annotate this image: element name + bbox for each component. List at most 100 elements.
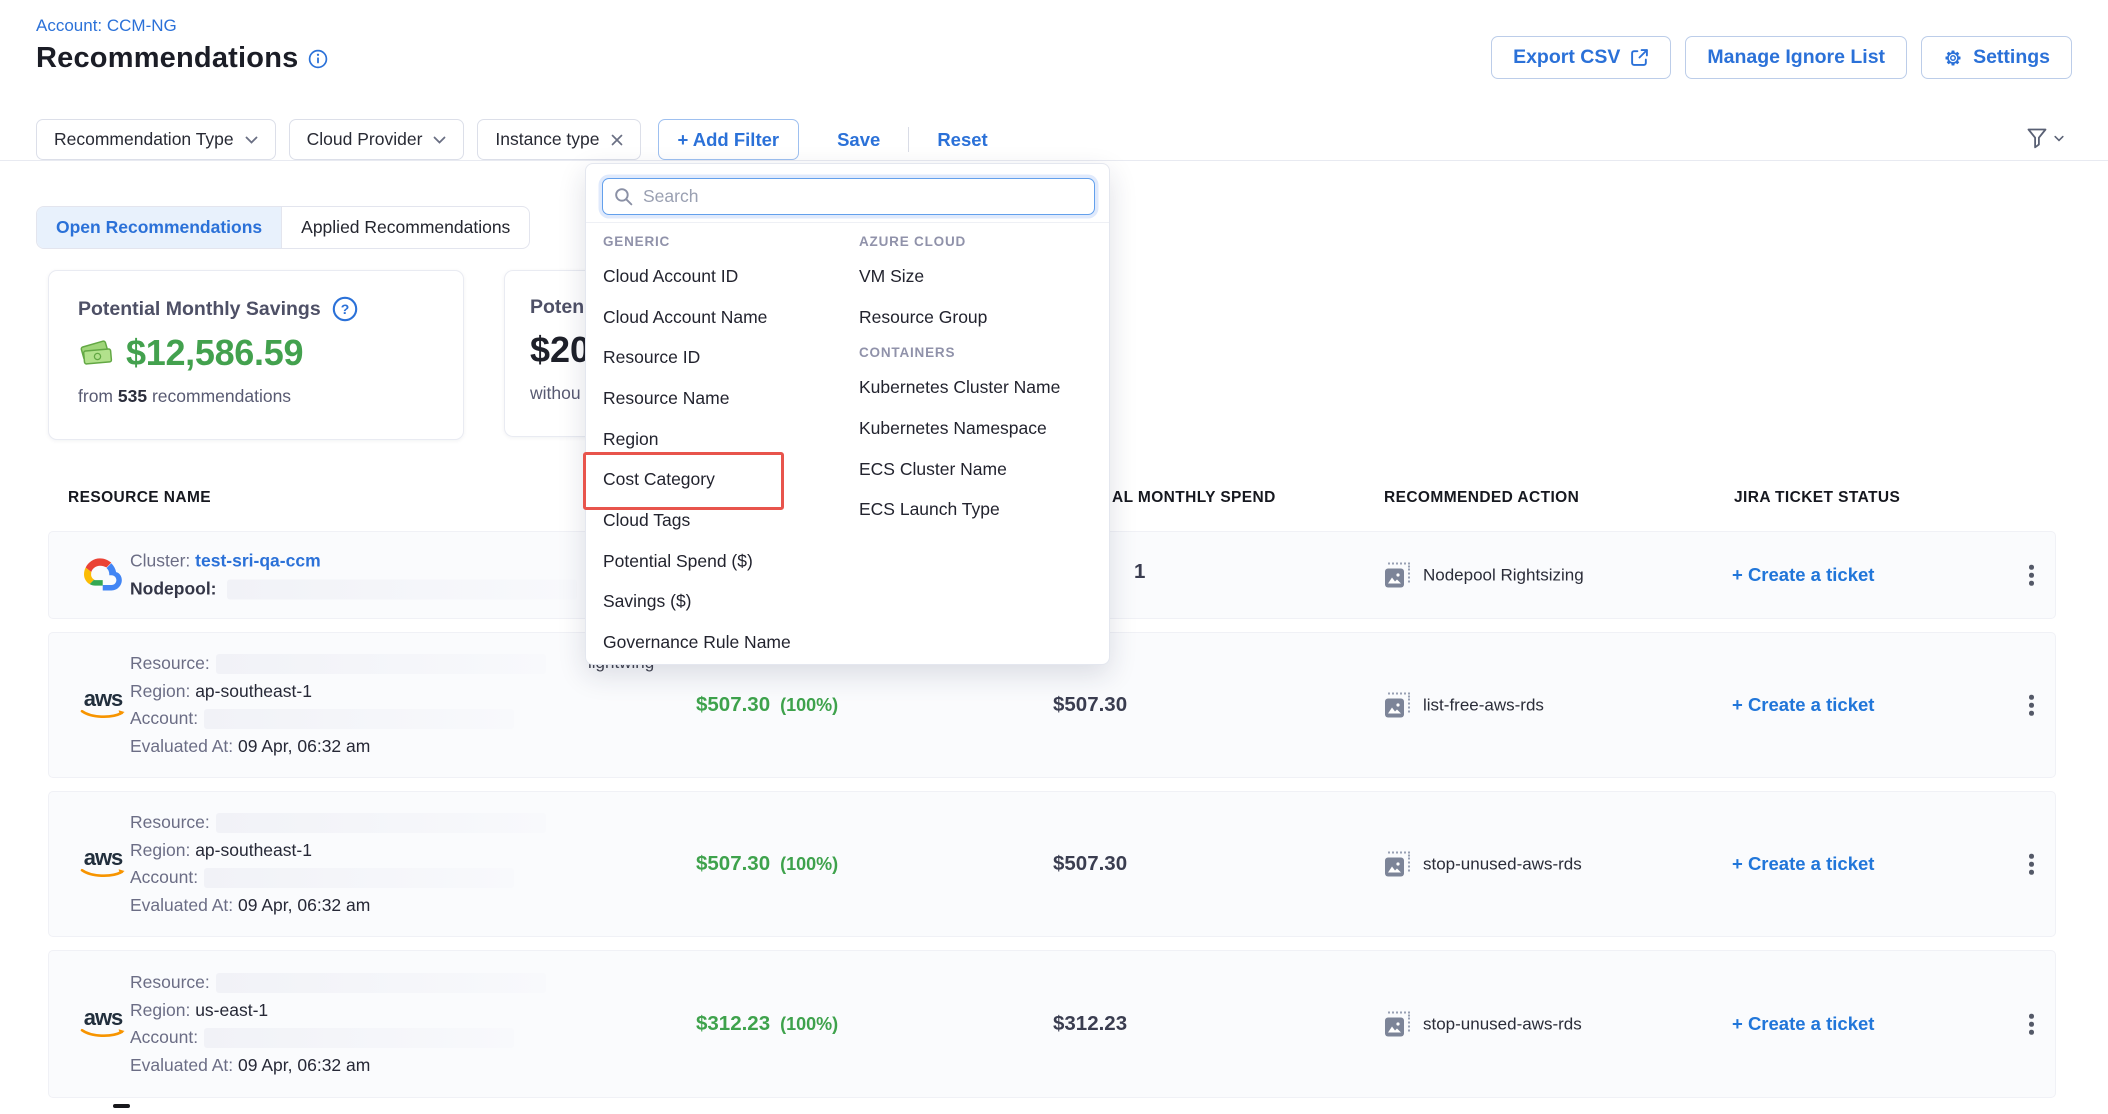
- filter-option-cloud-account-name[interactable]: Cloud Account Name: [603, 297, 853, 338]
- column-header-jira-ticket-status: JIRA TICKET STATUS: [1734, 489, 1900, 507]
- svg-text:?: ?: [340, 301, 349, 317]
- column-header-resource-name: RESOURCE NAME: [68, 489, 211, 507]
- aws-logo: aws: [77, 1008, 129, 1040]
- chip-label: Recommendation Type: [54, 129, 234, 150]
- recommendations-page: Account: CCM-NG Recommendations Export C…: [0, 0, 2108, 1114]
- resource-line: Resource:: [130, 650, 546, 678]
- resource-line: Region: ap-southeast-1: [130, 678, 546, 706]
- external-link-icon: [1630, 48, 1649, 67]
- redacted-value: [227, 579, 577, 599]
- filter-option-resource-name[interactable]: Resource Name: [603, 378, 853, 419]
- section-heading-generic: GENERIC: [603, 226, 853, 256]
- tab-open-recommendations[interactable]: Open Recommendations: [37, 207, 281, 248]
- dropdown-search-input[interactable]: [602, 178, 1095, 215]
- create-ticket-link[interactable]: + Create a ticket: [1732, 694, 1874, 716]
- monthly-savings-cell: $312.23 (100%): [696, 1012, 838, 1036]
- reset-filters-link[interactable]: Reset: [922, 129, 1002, 151]
- filter-funnel-icon[interactable]: [2026, 127, 2064, 150]
- create-ticket-link[interactable]: + Create a ticket: [1732, 853, 1874, 875]
- redacted-value: [204, 868, 514, 888]
- filter-option-cloud-tags[interactable]: Cloud Tags: [603, 500, 853, 541]
- account-breadcrumb[interactable]: Account: CCM-NG: [36, 16, 177, 36]
- action-image-placeholder-icon: [1385, 1012, 1410, 1037]
- screen-artifact: [113, 1104, 130, 1108]
- action-image-placeholder-icon: [1385, 693, 1410, 718]
- aws-logo: aws: [77, 689, 129, 721]
- filter-option-savings[interactable]: Savings ($): [603, 582, 853, 623]
- row-menu-kebab[interactable]: [2023, 689, 2040, 722]
- help-icon[interactable]: ?: [332, 296, 358, 322]
- save-filters-link[interactable]: Save: [822, 129, 895, 151]
- gcp-cloud-icon: [77, 553, 123, 598]
- export-csv-label: Export CSV: [1513, 46, 1620, 69]
- filter-option-vm-size[interactable]: VM Size: [859, 256, 1104, 297]
- close-icon[interactable]: [611, 134, 623, 146]
- manage-ignore-list-label: Manage Ignore List: [1707, 46, 1885, 69]
- row-menu-kebab[interactable]: [2023, 559, 2040, 592]
- section-heading-azure-cloud: AZURE CLOUD: [859, 226, 1104, 256]
- resource-line: Account:: [130, 1024, 546, 1052]
- resource-line: Region: ap-southeast-1: [130, 837, 546, 865]
- filter-option-kubernetes-cluster-name[interactable]: Kubernetes Cluster Name: [859, 367, 1104, 408]
- filter-option-potential-spend[interactable]: Potential Spend ($): [603, 541, 853, 582]
- chip-label: Cloud Provider: [307, 129, 423, 150]
- filter-option-resource-group[interactable]: Resource Group: [859, 297, 1104, 338]
- recommended-action-cell: Nodepool Rightsizing: [1385, 563, 1584, 588]
- redacted-value: [216, 654, 546, 674]
- filter-option-resource-id[interactable]: Resource ID: [603, 337, 853, 378]
- resource-line: Cluster: test-sri-qa-ccm: [130, 548, 577, 576]
- potential-monthly-savings-card: Potential Monthly Savings ? $12,586.59 f…: [48, 270, 464, 440]
- add-filter-dropdown: GENERIC Cloud Account ID Cloud Account N…: [585, 163, 1110, 665]
- column-header-total-monthly-spend: AL MONTHLY SPEND: [1112, 489, 1276, 507]
- savings-amount: $12,586.59: [126, 332, 303, 374]
- filter-option-cloud-account-id[interactable]: Cloud Account ID: [603, 256, 853, 297]
- row-menu-kebab[interactable]: [2023, 848, 2040, 881]
- instance-type-filter-chip[interactable]: Instance type: [477, 119, 640, 160]
- filter-option-ecs-cluster-name[interactable]: ECS Cluster Name: [859, 449, 1104, 490]
- cluster-link[interactable]: test-sri-qa-ccm: [195, 551, 320, 571]
- resource-line: Evaluated At: 09 Apr, 06:32 am: [130, 892, 546, 920]
- spend-card-title-fragment: Poten: [530, 296, 584, 319]
- filter-option-kubernetes-namespace[interactable]: Kubernetes Namespace: [859, 408, 1104, 449]
- resource-line: Resource:: [130, 969, 546, 997]
- create-ticket-link[interactable]: + Create a ticket: [1732, 564, 1874, 586]
- settings-button[interactable]: Settings: [1921, 36, 2072, 79]
- row-menu-kebab[interactable]: [2023, 1008, 2040, 1041]
- resource-line: Evaluated At: 09 Apr, 06:32 am: [130, 1052, 546, 1080]
- redacted-value: [204, 709, 514, 729]
- chevron-down-icon: [433, 136, 446, 144]
- chip-label: Instance type: [495, 129, 599, 150]
- redacted-value: [216, 813, 546, 833]
- savings-subtext: from 535 recommendations: [78, 386, 434, 407]
- savings-value: $507.30: [696, 852, 770, 876]
- tab-applied-recommendations[interactable]: Applied Recommendations: [281, 207, 529, 248]
- filter-option-governance-rule-name[interactable]: Governance Rule Name: [603, 622, 853, 663]
- recommended-action-label: list-free-aws-rds: [1423, 695, 1544, 715]
- filter-option-region[interactable]: Region: [603, 419, 853, 460]
- info-icon[interactable]: [308, 49, 328, 69]
- filter-option-cost-category[interactable]: Cost Category: [603, 459, 853, 500]
- resource-line: Account:: [130, 705, 546, 733]
- recommendation-row[interactable]: aws Resource: Region: us-east-1 Account:…: [48, 950, 2056, 1098]
- savings-value: $507.30: [696, 693, 770, 717]
- cloud-provider-filter-chip[interactable]: Cloud Provider: [289, 119, 465, 160]
- page-title: Recommendations: [36, 42, 298, 75]
- filter-option-ecs-launch-type[interactable]: ECS Launch Type: [859, 489, 1104, 530]
- savings-percent: (100%): [780, 854, 838, 875]
- add-filter-button[interactable]: + Add Filter: [658, 119, 800, 160]
- resource-line: Nodepool:: [130, 575, 577, 603]
- settings-label: Settings: [1973, 46, 2050, 69]
- recommended-action-label: Nodepool Rightsizing: [1423, 565, 1584, 585]
- gear-icon: [1943, 48, 1963, 68]
- savings-percent: (100%): [780, 695, 838, 716]
- create-ticket-link[interactable]: + Create a ticket: [1732, 1013, 1874, 1035]
- recommendation-type-filter-chip[interactable]: Recommendation Type: [36, 119, 276, 160]
- recommendation-row[interactable]: aws Resource: Region: ap-southeast-1 Acc…: [48, 791, 2056, 937]
- total-spend-value: $507.30: [1053, 693, 1127, 717]
- export-csv-button[interactable]: Export CSV: [1491, 36, 1671, 79]
- total-spend-value: $507.30: [1053, 852, 1127, 876]
- recommended-action-label: stop-unused-aws-rds: [1423, 1014, 1582, 1034]
- manage-ignore-list-button[interactable]: Manage Ignore List: [1685, 36, 1907, 79]
- recommended-action-cell: list-free-aws-rds: [1385, 693, 1544, 718]
- total-spend-value: $312.23: [1053, 1012, 1127, 1036]
